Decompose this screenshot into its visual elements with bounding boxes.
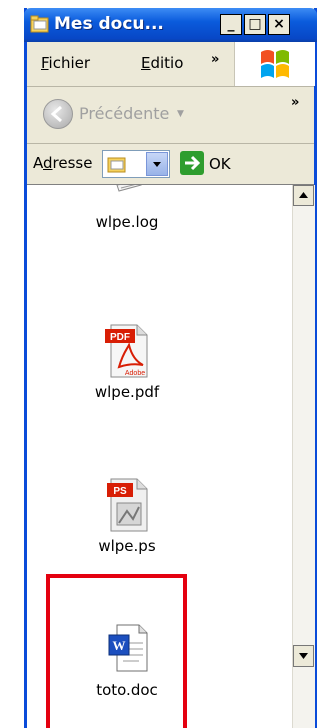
menu-overflow-chevron-icon[interactable]: »	[211, 52, 219, 67]
standard-toolbar: Précédente ▼ »	[27, 87, 314, 144]
address-label-accel: d	[43, 154, 53, 172]
go-button-label[interactable]: OK	[209, 155, 231, 173]
file-name: wlpe.ps	[98, 537, 156, 555]
menu-edition-label: ditio	[150, 54, 184, 72]
pdf-badge-text: PDF	[110, 332, 130, 343]
ps-badge-text: PS	[113, 486, 127, 497]
file-item-pdf[interactable]: PDF Adobe wlpe.pdf	[27, 323, 227, 401]
title-bar[interactable]: Mes docu... _ □ ×	[24, 8, 317, 42]
menu-edition[interactable]: Editio	[141, 54, 183, 72]
close-button[interactable]: ×	[268, 14, 290, 35]
chevron-down-icon	[299, 653, 308, 659]
file-name: wlpe.log	[95, 213, 159, 231]
file-name: wlpe.pdf	[94, 383, 160, 401]
postscript-icon: PS	[107, 478, 148, 532]
menu-fichier-label: ichier	[48, 54, 91, 72]
scroll-down-button[interactable]	[293, 645, 314, 667]
selection-highlight-box	[46, 574, 187, 728]
text-log-icon	[116, 185, 142, 192]
file-item-ps[interactable]: PS wlpe.ps	[27, 477, 227, 555]
file-item-log[interactable]: wlpe.log	[27, 185, 227, 231]
back-button-label[interactable]: Précédente	[79, 104, 169, 123]
window-title: Mes docu...	[54, 14, 164, 34]
pdf-icon: PDF Adobe	[105, 324, 148, 378]
windows-logo-area	[234, 42, 315, 86]
back-dropdown-arrow-icon[interactable]: ▼	[177, 109, 184, 119]
back-arrow-icon[interactable]	[43, 99, 73, 129]
scroll-up-button[interactable]	[293, 185, 314, 206]
menu-fichier[interactable]: Fichier	[41, 54, 90, 72]
address-label-post: resse	[52, 154, 93, 172]
menu-fichier-accel: F	[41, 54, 49, 72]
address-label-pre: A	[33, 154, 43, 172]
folder-icon	[107, 157, 126, 173]
menu-bar: Fichier Editio »	[27, 42, 315, 87]
address-label: Adresse	[33, 154, 92, 172]
address-bar: Adresse OK	[27, 144, 314, 185]
minimize-button[interactable]: _	[220, 14, 242, 35]
chevron-down-icon	[153, 162, 161, 167]
go-arrow-icon[interactable]	[180, 151, 204, 175]
windows-flag-icon	[261, 50, 289, 78]
address-input[interactable]	[102, 150, 170, 178]
address-dropdown-button[interactable]	[146, 152, 168, 176]
maximize-button[interactable]: □	[244, 14, 266, 35]
toolbar-overflow-chevron-icon[interactable]: »	[291, 95, 299, 110]
folder-icon	[30, 15, 49, 33]
pdf-brand-text: Adobe	[125, 370, 145, 377]
vertical-scrollbar[interactable]	[292, 185, 315, 728]
chevron-up-icon	[299, 192, 308, 198]
